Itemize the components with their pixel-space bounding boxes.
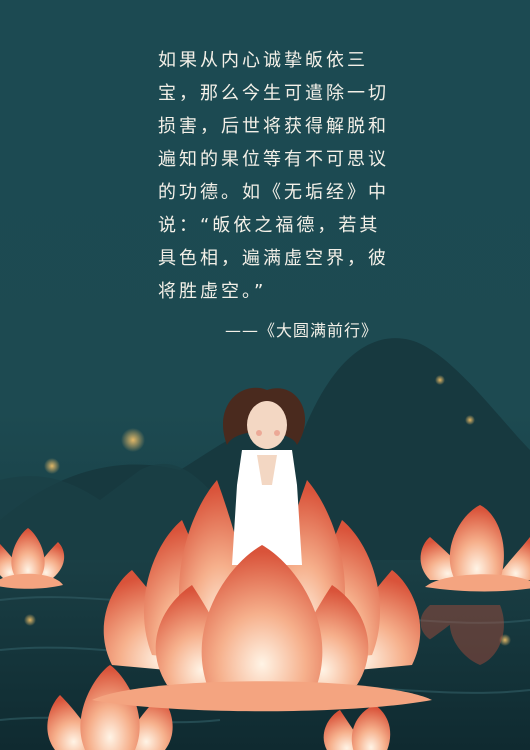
quote-line: 说：“皈依之福德，若其 bbox=[158, 215, 381, 236]
quote-line: 损害，后世将获得解脱和 bbox=[158, 116, 389, 137]
quote-text: 如果从内心诚挚皈依三 宝，那么今生可遣除一切 损害，后世将获得解脱和 遍知的果位… bbox=[158, 44, 388, 308]
quote-source: ——《大圆满前行》 bbox=[224, 321, 378, 340]
quote-line: 具色相，遍满虚空界，彼 bbox=[158, 248, 389, 269]
quote-line: 的功德。如《无垢经》中 bbox=[158, 182, 389, 203]
quote-line: 将胜虚空。” bbox=[158, 281, 267, 302]
poster: 如果从内心诚挚皈依三 宝，那么今生可遣除一切 损害，后世将获得解脱和 遍知的果位… bbox=[0, 0, 530, 750]
quote-line: 如果从内心诚挚皈依三 bbox=[158, 50, 368, 71]
quote-line: 宝，那么今生可遣除一切 bbox=[158, 83, 389, 104]
quote-line: 遍知的果位等有不可思议 bbox=[158, 149, 389, 170]
